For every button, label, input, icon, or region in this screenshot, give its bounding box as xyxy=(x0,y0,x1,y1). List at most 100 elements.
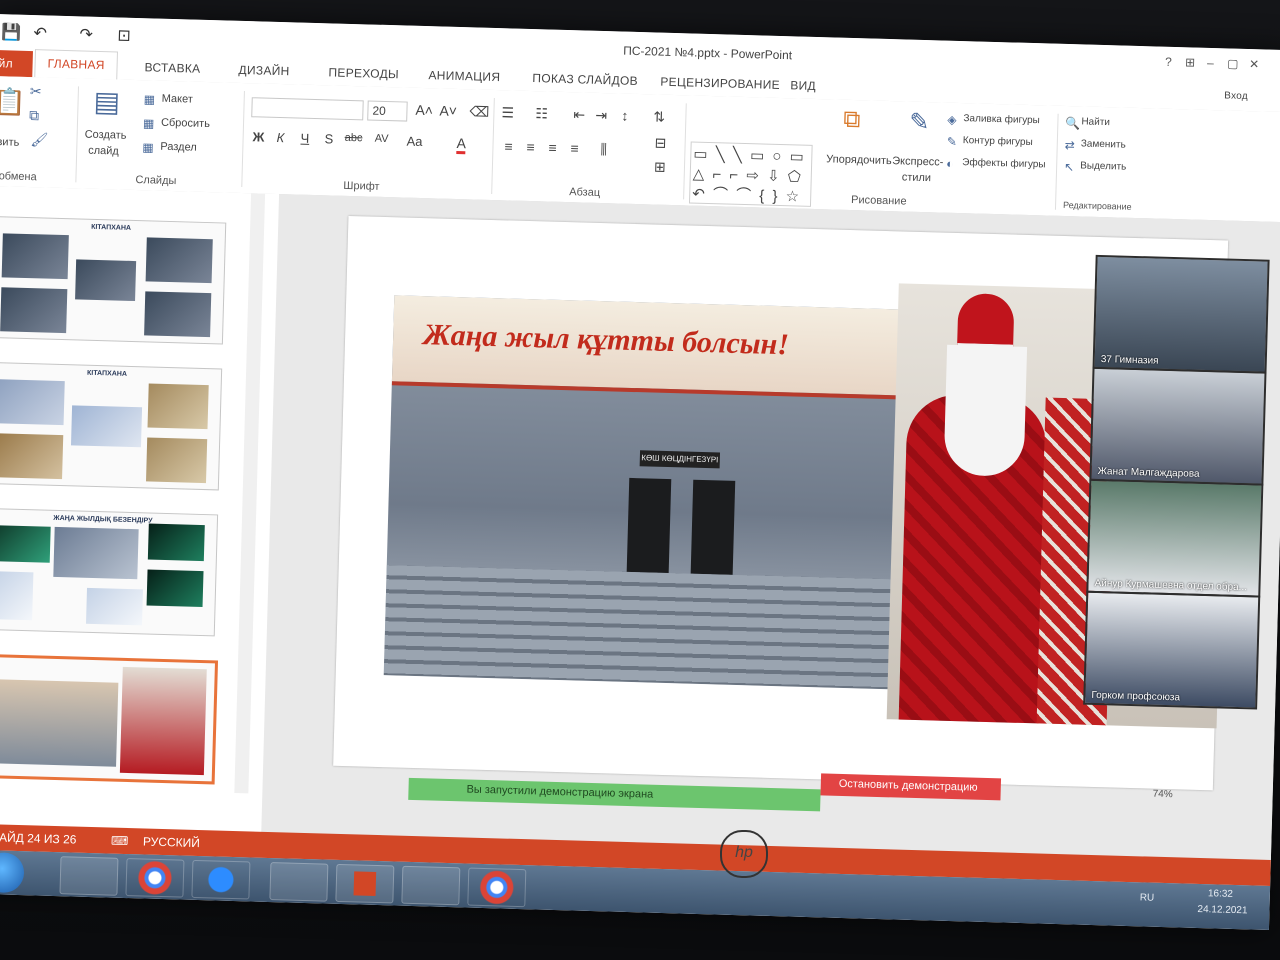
smartart-icon[interactable]: ⊞ xyxy=(654,158,666,175)
video-icon[interactable] xyxy=(401,865,461,906)
cut-icon[interactable]: ✂ xyxy=(30,83,42,100)
justify-icon[interactable]: ≡ xyxy=(570,140,579,156)
text-direction-icon[interactable]: ⇅ xyxy=(653,108,665,125)
quick-styles-button[interactable]: Экспресс- xyxy=(892,155,944,168)
tab-transitions[interactable]: ПЕРЕХОДЫ xyxy=(328,65,399,81)
save-icon[interactable]: 💾 xyxy=(1,22,21,43)
separator xyxy=(75,86,80,183)
strikethrough-button[interactable]: abc xyxy=(345,132,363,144)
chrome-icon[interactable] xyxy=(125,858,185,898)
undo-icon[interactable]: ↶ xyxy=(33,23,47,43)
shape-outline-icon: ✎ xyxy=(946,134,958,149)
decrease-indent-icon[interactable]: ⇤ xyxy=(573,106,585,123)
slide-thumbnail[interactable]: КІТАПХАНА xyxy=(0,216,227,345)
arrange-button[interactable]: Упорядочить xyxy=(826,153,892,167)
close-button[interactable]: ✕ xyxy=(1249,57,1259,71)
notepad-icon[interactable] xyxy=(269,862,329,902)
explorer-icon[interactable] xyxy=(59,856,119,896)
thumbnail-photo xyxy=(70,405,143,448)
new-slide-label[interactable]: Создать xyxy=(85,129,127,142)
video-tile[interactable]: Айнур Курмашевна отдел обра... xyxy=(1086,478,1264,598)
select-button[interactable]: Выделить xyxy=(1080,160,1126,172)
video-tile[interactable]: 37 Гимназия xyxy=(1092,254,1270,374)
slide-thumbnail-selected[interactable] xyxy=(0,653,219,785)
help-icon[interactable]: ? xyxy=(1165,55,1172,69)
shadow-button[interactable]: S xyxy=(324,131,333,146)
quick-styles-button-2[interactable]: стили xyxy=(902,171,932,184)
slide-thumbnail[interactable]: КІТАПХАНА xyxy=(0,362,223,491)
zoom-icon[interactable] xyxy=(191,859,251,900)
start-button[interactable] xyxy=(0,852,25,894)
spellcheck-icon[interactable]: ⌨ xyxy=(111,834,129,848)
zoom-level[interactable]: 74% xyxy=(1153,789,1173,801)
find-button[interactable]: Найти xyxy=(1081,116,1110,128)
font-color-button[interactable]: A xyxy=(456,134,467,155)
tab-review[interactable]: РЕЦЕНЗИРОВАНИЕ xyxy=(660,75,780,92)
font-size-input[interactable]: 20 xyxy=(367,100,408,122)
tab-file[interactable]: йл xyxy=(0,49,33,78)
school-photo: Жаңа жыл құтты болсын! КӨШ КӨЦДІНГЕЗҮРІ xyxy=(383,295,900,690)
screen-share-text: Вы запустили демонстрацию экрана xyxy=(466,783,654,801)
tab-animations[interactable]: АНИМАЦИЯ xyxy=(428,68,500,84)
align-left-icon[interactable]: ≡ xyxy=(504,138,513,154)
shrink-font-icon[interactable]: A˅ xyxy=(439,102,457,118)
language-indicator[interactable]: РУССКИЙ xyxy=(143,834,200,850)
bold-button[interactable]: Ж xyxy=(252,129,264,144)
slide-thumbnail[interactable]: ЖАҢА ЖЫЛДЫҚ БЕЗЕНДІРУ xyxy=(0,508,219,637)
copy-icon[interactable]: ⧉ xyxy=(29,107,39,124)
increase-indent-icon[interactable]: ⇥ xyxy=(595,107,607,124)
tab-insert[interactable]: ВСТАВКА xyxy=(144,60,200,76)
shape-fill-button[interactable]: Заливка фигуры xyxy=(963,113,1040,126)
underline-button[interactable]: Ч xyxy=(300,131,309,146)
paste-button-label[interactable]: авить xyxy=(0,136,19,149)
clear-formatting-icon[interactable]: ⌫ xyxy=(469,103,489,121)
align-text-icon[interactable]: ⊟ xyxy=(654,135,666,152)
numbering-icon[interactable]: ☷ xyxy=(535,105,548,122)
tab-view[interactable]: ВИД xyxy=(790,78,816,93)
columns-icon[interactable]: ⫼ xyxy=(600,141,607,158)
reset-button[interactable]: Сбросить xyxy=(161,117,210,130)
ribbon-display-icon[interactable]: ⊞ xyxy=(1185,55,1195,69)
chrome-icon[interactable] xyxy=(467,867,527,908)
powerpoint-icon[interactable] xyxy=(335,863,395,904)
font-name-input[interactable] xyxy=(251,97,364,121)
thumbnails-scrollbar[interactable] xyxy=(234,193,266,794)
maximize-button[interactable]: ▢ xyxy=(1227,56,1239,70)
thumbnail-photo xyxy=(75,259,137,302)
redo-icon[interactable]: ↷ xyxy=(79,24,93,44)
shape-outline-button[interactable]: Контур фигуры xyxy=(963,135,1033,148)
layout-button[interactable]: Макет xyxy=(162,93,193,106)
minimize-button[interactable]: – xyxy=(1207,56,1214,70)
italic-button[interactable]: К xyxy=(276,130,284,145)
tab-home[interactable]: ГЛАВНАЯ xyxy=(34,49,119,80)
replace-button[interactable]: Заменить xyxy=(1081,138,1126,150)
arrange-icon[interactable]: ⧉ xyxy=(843,106,861,134)
thumbnail-photo xyxy=(0,571,34,621)
align-right-icon[interactable]: ≡ xyxy=(548,140,557,156)
hp-logo: hp xyxy=(720,830,768,878)
quick-styles-icon[interactable]: ✎ xyxy=(909,108,930,138)
new-slide-label-2[interactable]: слайд xyxy=(88,145,119,158)
shapes-gallery[interactable]: ▭ ╲ ╲ ▭ ○ ▭ △ ⌐ ⌐ ⇨ ⇩ ⬠ ↶ ⌒ ⌒ { } ☆ xyxy=(688,141,813,207)
grow-font-icon[interactable]: A˄ xyxy=(415,102,433,118)
format-painter-icon[interactable]: 🖌 xyxy=(30,131,48,148)
section-button[interactable]: Раздел xyxy=(160,141,197,154)
align-center-icon[interactable]: ≡ xyxy=(526,139,535,155)
bullets-icon[interactable]: ☰ xyxy=(501,104,514,121)
thumbnail-photo xyxy=(147,523,205,562)
shape-effects-button[interactable]: Эффекты фигуры xyxy=(962,157,1046,170)
start-from-beginning-icon[interactable]: ⊡ xyxy=(117,25,131,45)
char-spacing-button[interactable]: AV xyxy=(374,133,388,145)
tray-language[interactable]: RU xyxy=(1140,892,1155,903)
sign-in-link[interactable]: Вход xyxy=(1224,90,1248,102)
change-case-button[interactable]: Aa xyxy=(406,134,422,149)
video-tile[interactable]: Горком профсоюза xyxy=(1083,590,1261,710)
tray-date[interactable]: 24.12.2021 xyxy=(1197,904,1247,916)
tab-design[interactable]: ДИЗАЙН xyxy=(238,63,289,78)
video-tile[interactable]: Жанат Малгаждарова xyxy=(1089,366,1267,486)
line-spacing-icon[interactable]: ↕ xyxy=(621,108,628,124)
tray-time[interactable]: 16:32 xyxy=(1208,888,1233,900)
tab-slideshow[interactable]: ПОКАЗ СЛАЙДОВ xyxy=(532,71,638,88)
paste-icon[interactable]: 📋 xyxy=(0,86,26,118)
new-slide-icon[interactable]: ▤ xyxy=(93,85,120,119)
